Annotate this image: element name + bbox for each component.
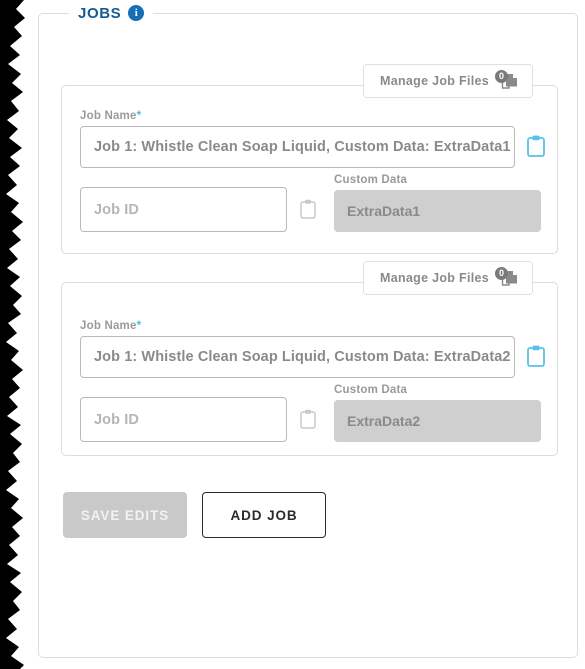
required-marker: * bbox=[136, 320, 142, 332]
clipboard-icon bbox=[300, 409, 316, 429]
manage-job-files-button[interactable]: Manage Job Files 0 bbox=[363, 261, 533, 295]
copy-job-id-button[interactable] bbox=[298, 408, 318, 432]
copy-job-id-button[interactable] bbox=[298, 198, 318, 222]
jobs-panel: JOBS i Manage Job Files 0 Job Name* Job … bbox=[38, 2, 578, 658]
custom-data-value: ExtraData1 bbox=[347, 203, 421, 219]
custom-data-field: ExtraData1 bbox=[334, 190, 541, 232]
job-id-placeholder: Job ID bbox=[94, 201, 139, 218]
job-name-input[interactable]: Job 1: Whistle Clean Soap Liquid, Custom… bbox=[80, 126, 515, 168]
job-card: Manage Job Files 0 Job Name* Job 1: Whis… bbox=[61, 261, 558, 456]
job-card: Manage Job Files 0 Job Name* Job 1: Whis… bbox=[61, 64, 558, 254]
job-name-value: Job 1: Whistle Clean Soap Liquid, Custom… bbox=[94, 349, 511, 365]
jobs-panel-legend: JOBS i bbox=[69, 2, 154, 24]
save-edits-button[interactable]: SAVE EDITS bbox=[63, 492, 187, 538]
job-name-label: Job Name* bbox=[80, 320, 142, 332]
manage-job-files-label: Manage Job Files bbox=[380, 271, 489, 285]
job-id-placeholder: Job ID bbox=[94, 411, 139, 428]
job-name-value: Job 1: Whistle Clean Soap Liquid, Custom… bbox=[94, 139, 511, 155]
custom-data-label: Custom Data bbox=[334, 384, 408, 396]
custom-data-label: Custom Data bbox=[334, 174, 408, 186]
jobs-panel-title: JOBS bbox=[78, 4, 122, 22]
info-icon[interactable]: i bbox=[128, 5, 145, 21]
required-marker: * bbox=[136, 110, 142, 122]
clipboard-icon bbox=[300, 199, 316, 219]
add-job-button[interactable]: ADD JOB bbox=[202, 492, 326, 538]
custom-data-value: ExtraData2 bbox=[347, 413, 421, 429]
files-icon: 0 bbox=[495, 267, 519, 289]
manage-job-files-label: Manage Job Files bbox=[380, 74, 489, 88]
job-files-count-badge: 0 bbox=[495, 70, 508, 83]
torn-paper-edge bbox=[0, 0, 25, 669]
job-name-label: Job Name* bbox=[80, 110, 142, 122]
copy-job-name-button[interactable] bbox=[526, 345, 546, 369]
job-id-input[interactable]: Job ID bbox=[80, 397, 287, 442]
custom-data-field: ExtraData2 bbox=[334, 400, 541, 442]
job-files-count-badge: 0 bbox=[495, 267, 508, 280]
clipboard-icon bbox=[527, 345, 545, 367]
manage-job-files-button[interactable]: Manage Job Files 0 bbox=[363, 64, 533, 98]
job-id-input[interactable]: Job ID bbox=[80, 187, 287, 232]
job-name-input[interactable]: Job 1: Whistle Clean Soap Liquid, Custom… bbox=[80, 336, 515, 378]
clipboard-icon bbox=[527, 135, 545, 157]
copy-job-name-button[interactable] bbox=[526, 135, 546, 159]
files-icon: 0 bbox=[495, 70, 519, 92]
